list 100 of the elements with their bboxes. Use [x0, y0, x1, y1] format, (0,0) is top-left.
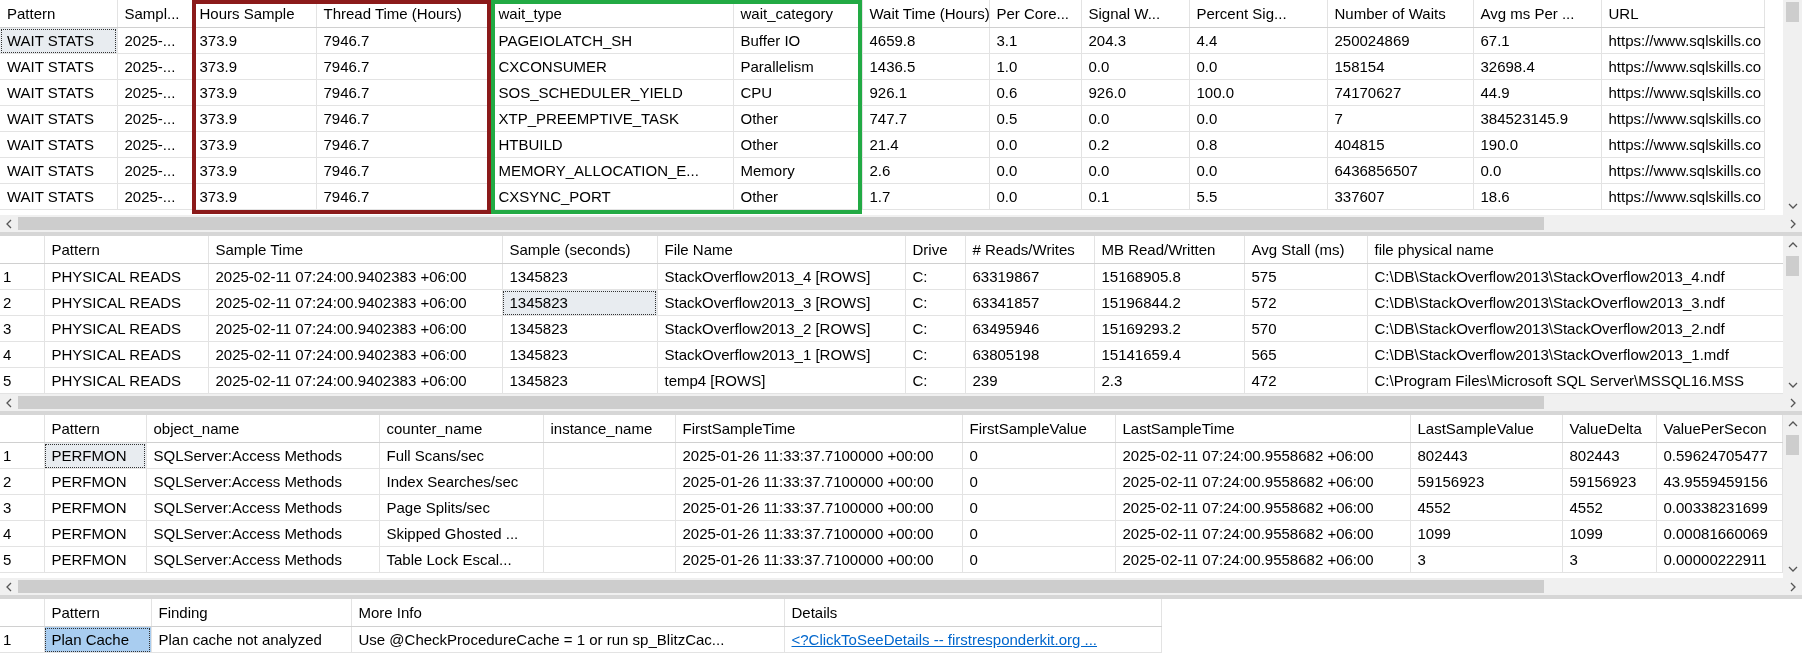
table-cell[interactable]: 0.0	[1189, 157, 1327, 184]
table-cell[interactable]: 0.0	[1081, 105, 1189, 132]
column-header[interactable]: wait_category	[733, 0, 862, 28]
table-cell[interactable]: Full Scans/sec	[379, 442, 543, 469]
table-cell[interactable]: 7	[1327, 105, 1473, 132]
table-cell[interactable]: 4552	[1410, 494, 1562, 521]
table-cell[interactable]: 0	[962, 546, 1115, 573]
column-header[interactable]: Avg ms Per ...	[1473, 0, 1601, 28]
table-cell[interactable]: WAIT STATS	[0, 79, 117, 106]
table-cell[interactable]: 1345823	[502, 367, 657, 394]
table-cell[interactable]: 1345823	[502, 315, 657, 342]
table-cell[interactable]: 3	[1410, 546, 1562, 573]
column-header[interactable]: Pattern	[44, 415, 146, 443]
table-cell[interactable]: Use @CheckProcedureCache = 1 or run sp_BlitzCac...	[351, 626, 784, 653]
table-cell[interactable]: MEMORY_ALLOCATION_E...	[491, 157, 733, 184]
column-header[interactable]: Sample Time	[208, 236, 502, 264]
table-cell[interactable]: StackOverflow2013_1 [ROWS]	[657, 341, 905, 368]
table-cell[interactable]: 204.3	[1081, 27, 1189, 54]
table-cell[interactable]: 0.0	[1189, 53, 1327, 80]
table-cell[interactable]: 0.0	[989, 183, 1081, 210]
table-cell[interactable]: https://www.sqlskills.co	[1601, 105, 1764, 132]
table-cell[interactable]: Other	[733, 105, 862, 132]
table-cell[interactable]: 0.0	[1189, 105, 1327, 132]
table-cell[interactable]: WAIT STATS	[0, 105, 117, 132]
table-cell[interactable]: 0	[962, 520, 1115, 547]
table-cell[interactable]: 63805198	[965, 341, 1094, 368]
column-header[interactable]: Percent Sig...	[1189, 0, 1327, 28]
table-cell[interactable]	[543, 520, 675, 547]
table-cell[interactable]: 158154	[1327, 53, 1473, 80]
table-cell[interactable]: 239	[965, 367, 1094, 394]
horizontal-scrollbar[interactable]	[0, 578, 1802, 595]
scroll-thumb[interactable]	[1786, 2, 1799, 22]
table-cell[interactable]: 2025-02-11 07:24:00.9402383 +06:00	[208, 263, 502, 290]
column-header[interactable]: Drive	[905, 236, 965, 264]
table-cell[interactable]: PERFMON	[44, 520, 146, 547]
table-cell[interactable]: 1.0	[989, 53, 1081, 80]
table-cell[interactable]: 1.7	[862, 183, 989, 210]
table-cell[interactable]: 2025-...	[117, 131, 192, 158]
table-cell[interactable]: 926.1	[862, 79, 989, 106]
column-header[interactable]: MB Read/Written	[1094, 236, 1244, 264]
table-cell[interactable]: PERFMON	[44, 442, 146, 469]
table-cell[interactable]: 2025-01-26 11:33:37.7100000 +00:00	[675, 468, 962, 495]
table-cell[interactable]: 250024869	[1327, 27, 1473, 54]
table-cell[interactable]: 0	[962, 442, 1115, 469]
column-header[interactable]: Wait Time (Hours)	[862, 0, 989, 28]
table-cell[interactable]: 0	[962, 494, 1115, 521]
table-cell[interactable]: 44.9	[1473, 79, 1601, 106]
vertical-scrollbar[interactable]	[1783, 236, 1802, 394]
table-cell[interactable]: 4.4	[1189, 27, 1327, 54]
table-cell[interactable]: 2025-...	[117, 53, 192, 80]
table-cell[interactable]: 0.2	[1081, 131, 1189, 158]
vertical-scrollbar[interactable]	[1783, 415, 1802, 578]
table-cell[interactable]: 3.1	[989, 27, 1081, 54]
table-cell[interactable]: CXSYNC_PORT	[491, 183, 733, 210]
table-cell[interactable]: 0.0	[1081, 157, 1189, 184]
table-cell[interactable]: 2025-02-11 07:24:00.9558682 +06:00	[1115, 442, 1410, 469]
column-header[interactable]: Sampl...	[117, 0, 192, 28]
table-cell[interactable]: 74170627	[1327, 79, 1473, 106]
table-cell[interactable]: 570	[1244, 315, 1367, 342]
table-cell[interactable]: SOS_SCHEDULER_YIELD	[491, 79, 733, 106]
table-cell[interactable]: 0	[962, 468, 1115, 495]
table-cell[interactable]: Parallelism	[733, 53, 862, 80]
table-cell[interactable]: 63341857	[965, 289, 1094, 316]
table-cell[interactable]: 100.0	[1189, 79, 1327, 106]
table-cell[interactable]: 0.00000222911	[1656, 546, 1782, 573]
table-cell[interactable]	[543, 442, 675, 469]
table-cell[interactable]: 18.6	[1473, 183, 1601, 210]
table-cell[interactable]: 565	[1244, 341, 1367, 368]
table-cell[interactable]: 21.4	[862, 131, 989, 158]
table-cell[interactable]: 0.0	[1081, 53, 1189, 80]
table-cell[interactable]: 0.0	[989, 157, 1081, 184]
row-number[interactable]: 1	[0, 442, 44, 469]
table-cell[interactable]: 802443	[1410, 442, 1562, 469]
table-cell[interactable]: StackOverflow2013_4 [ROWS]	[657, 263, 905, 290]
table-cell[interactable]: WAIT STATS	[0, 131, 117, 158]
horizontal-scrollbar[interactable]	[0, 215, 1802, 232]
column-header[interactable]: Number of Waits	[1327, 0, 1473, 28]
table-cell[interactable]: SQLServer:Access Methods	[146, 442, 379, 469]
table-cell[interactable]: 2025-02-11 07:24:00.9402383 +06:00	[208, 315, 502, 342]
table-cell[interactable]: 1436.5	[862, 53, 989, 80]
table-cell[interactable]: 0.00081660069	[1656, 520, 1782, 547]
column-header[interactable]: More Info	[351, 599, 784, 627]
table-cell[interactable]: PHYSICAL READS	[44, 367, 208, 394]
table-cell[interactable]: 2025-02-11 07:24:00.9558682 +06:00	[1115, 468, 1410, 495]
column-header[interactable]: Avg Stall (ms)	[1244, 236, 1367, 264]
table-cell[interactable]: Plan Cache	[44, 626, 151, 653]
table-cell[interactable]: SQLServer:Access Methods	[146, 494, 379, 521]
table-cell[interactable]: Page Splits/sec	[379, 494, 543, 521]
table-cell[interactable]: PERFMON	[44, 494, 146, 521]
table-cell[interactable]: 2025-02-11 07:24:00.9558682 +06:00	[1115, 520, 1410, 547]
column-header[interactable]: instance_name	[543, 415, 675, 443]
row-number[interactable]: 5	[0, 546, 44, 573]
details-link[interactable]: <?ClickToSeeDetails -- firstresponderkit.org ...	[791, 631, 1098, 648]
column-header[interactable]: LastSampleValue	[1410, 415, 1562, 443]
table-cell[interactable]: PHYSICAL READS	[44, 263, 208, 290]
scroll-thumb[interactable]	[18, 396, 1544, 409]
table-cell[interactable]: 1345823	[502, 263, 657, 290]
table-cell[interactable]: SQLServer:Access Methods	[146, 520, 379, 547]
table-cell[interactable]: https://www.sqlskills.co	[1601, 157, 1764, 184]
table-cell[interactable]: https://www.sqlskills.co	[1601, 131, 1764, 158]
